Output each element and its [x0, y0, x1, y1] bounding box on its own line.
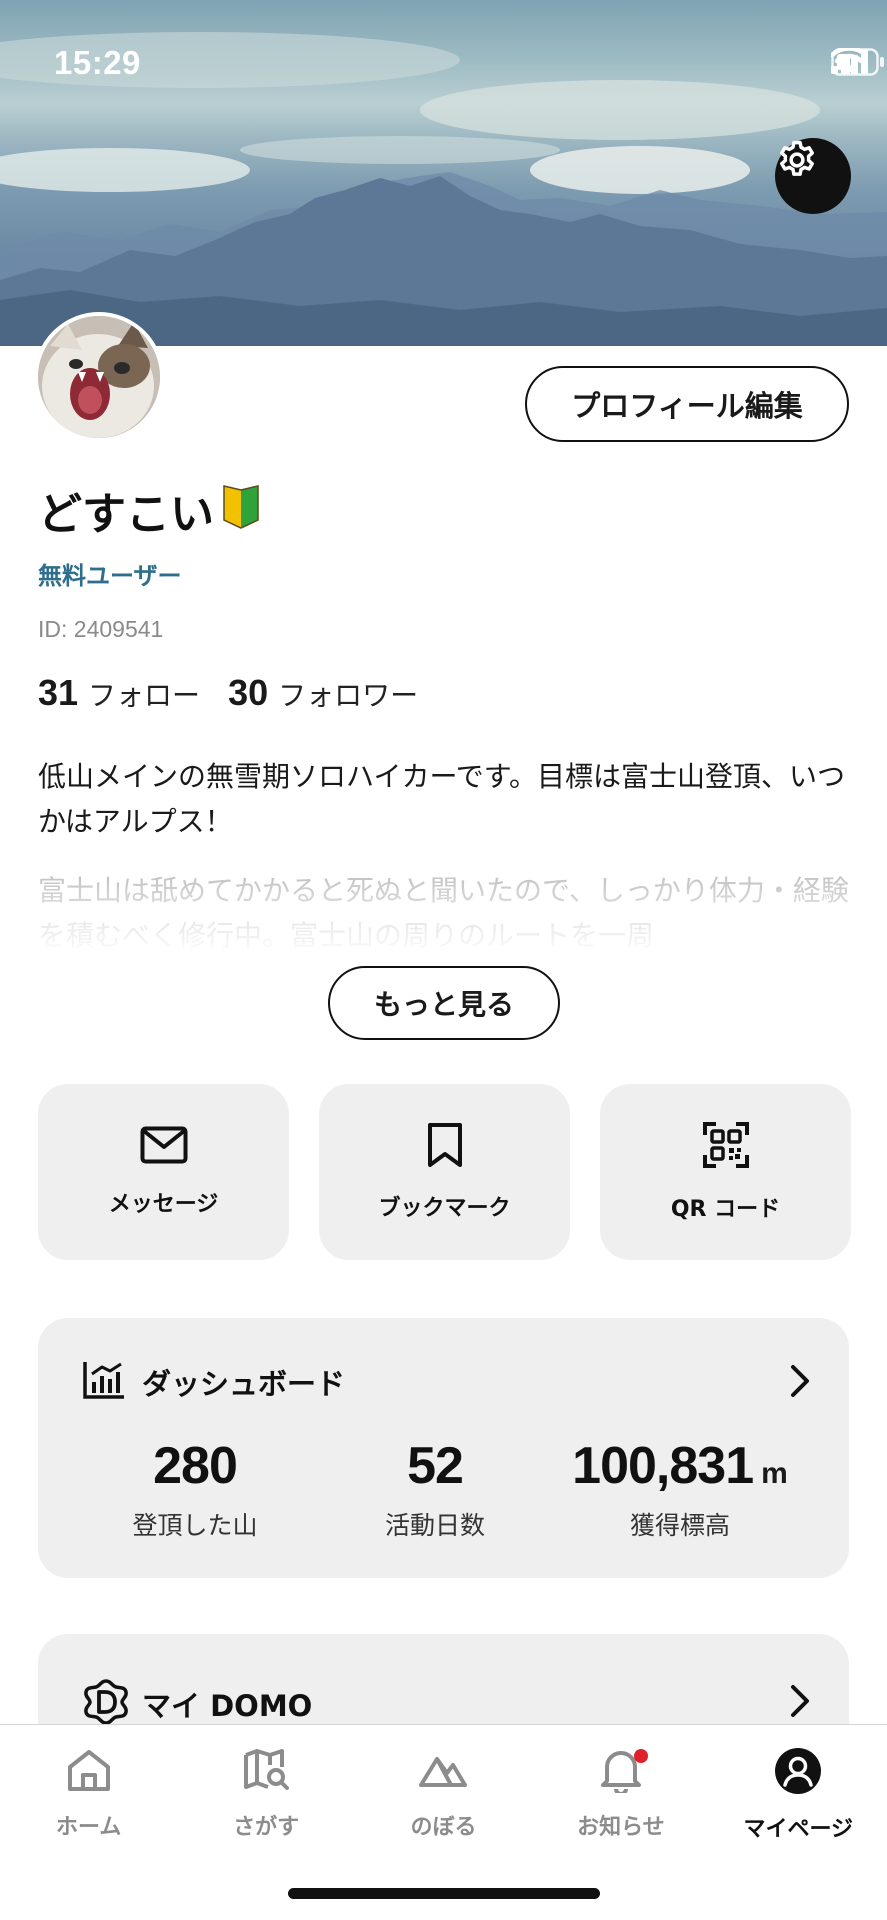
edit-profile-button[interactable]: プロフィール編集 [525, 366, 849, 442]
stat-activity-days: 52 活動日数 [330, 1436, 540, 1542]
stat-value: 52 [407, 1437, 464, 1495]
bookmark-button[interactable]: ブックマーク [319, 1084, 570, 1260]
tab-label: のぼる [410, 1815, 477, 1840]
qr-code-label: QR コード [670, 1197, 781, 1222]
map-search-icon [242, 1747, 290, 1797]
home-indicator[interactable] [288, 1888, 600, 1899]
message-label: メッセージ [108, 1192, 219, 1217]
stat-label: 登頂した山 [132, 1511, 258, 1540]
username: どすこい [38, 478, 262, 542]
dashboard-header[interactable]: ダッシュボード [82, 1360, 345, 1404]
stat-unit: m [761, 1457, 788, 1490]
mail-icon [140, 1126, 188, 1168]
qr-code-button[interactable]: QR コード [600, 1084, 851, 1260]
bookmark-icon [426, 1122, 464, 1172]
status-time: 15:29 [54, 44, 141, 81]
following-label[interactable]: フォロー [88, 674, 200, 714]
settings-button[interactable] [775, 138, 851, 214]
plan-badge[interactable]: 無料ユーザー [38, 556, 182, 591]
tab-label: マイページ [743, 1817, 854, 1842]
cover-image: 15:29 [0, 0, 887, 346]
tab-search[interactable]: さがす [177, 1747, 354, 1843]
quick-actions: メッセージ ブックマーク QR コード [38, 1084, 851, 1260]
following-count[interactable]: 31 [38, 672, 78, 714]
stat-label: 活動日数 [384, 1511, 485, 1540]
stat-summits: 280 登頂した山 [60, 1436, 330, 1542]
domo-icon [82, 1678, 130, 1730]
status-bar: 15:29 [0, 0, 887, 120]
avatar[interactable] [34, 312, 164, 442]
show-more-button[interactable]: もっと見る [328, 966, 560, 1040]
my-domo-header[interactable]: マイ DOMO [82, 1678, 312, 1730]
chevron-right-icon[interactable] [789, 1684, 811, 1722]
tab-notifications[interactable]: お知らせ [532, 1747, 709, 1843]
chart-icon [82, 1360, 126, 1404]
message-button[interactable]: メッセージ [38, 1084, 289, 1260]
tab-my-page[interactable]: マイページ [710, 1747, 887, 1843]
dashboard-title: ダッシュボード [142, 1367, 346, 1401]
tab-label: お知らせ [577, 1815, 665, 1840]
followers-label[interactable]: フォロワー [278, 674, 418, 714]
bookmark-label: ブックマーク [378, 1196, 511, 1221]
bio-text: 低山メインの無雪期ソロハイカーです。目標は富士山登頂、いつかはアルプス！ [38, 760, 845, 838]
followers-count[interactable]: 30 [228, 672, 268, 714]
user-id: ID: 2409541 [38, 616, 164, 642]
stat-elevation-gain: 100,831 m 獲得標高 [540, 1436, 820, 1542]
my-domo-title: マイ DOMO [142, 1689, 313, 1723]
beginner-mark-icon [220, 484, 262, 536]
dashboard-stats: 280 登頂した山 52 活動日数 100,831 m 獲得標高 [38, 1436, 849, 1542]
stat-value: 100,831 [572, 1437, 754, 1495]
follow-stats: 31 フォロー 30 フォロワー [38, 672, 436, 714]
stat-label: 獲得標高 [629, 1511, 730, 1540]
notification-dot [634, 1749, 649, 1763]
bio-text-faded: 富士山は舐めてかかると死ぬと聞いたので、しっかり体力・経験を積むべく修行中。富士… [38, 874, 849, 952]
home-icon [65, 1747, 113, 1797]
mountain-icon [417, 1747, 469, 1797]
dashboard-card[interactable]: ダッシュボード 280 登頂した山 52 活動日数 100,831 m 獲得標高 [38, 1318, 849, 1578]
tab-home[interactable]: ホーム [0, 1747, 177, 1843]
chevron-right-icon[interactable] [789, 1364, 811, 1402]
qr-code-icon [702, 1121, 750, 1173]
tab-label: ホーム [56, 1815, 122, 1840]
tab-label: さがす [233, 1815, 300, 1840]
tab-climb[interactable]: のぼる [355, 1747, 532, 1843]
stat-value: 280 [153, 1437, 238, 1495]
username-text: どすこい [38, 489, 214, 540]
user-icon [774, 1747, 822, 1799]
